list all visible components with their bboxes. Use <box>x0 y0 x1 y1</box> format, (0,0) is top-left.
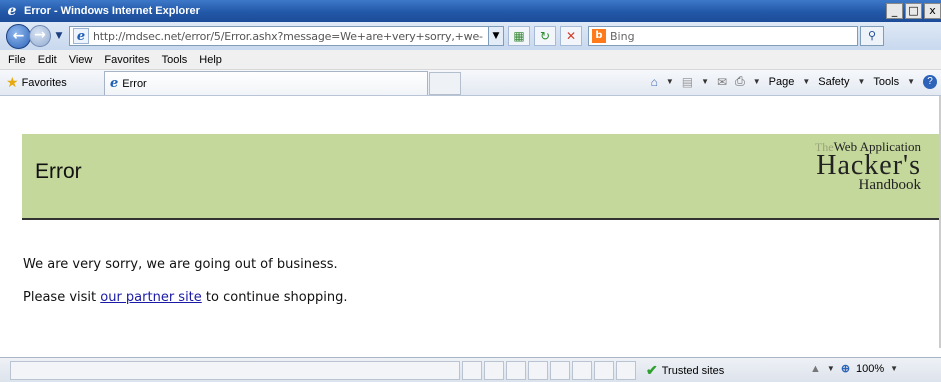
protected-mode-dropdown-icon[interactable]: ▼ <box>827 364 835 373</box>
window-title: Error - Windows Internet Explorer <box>24 5 200 17</box>
status-pane-2 <box>484 361 504 380</box>
status-pane-5 <box>550 361 570 380</box>
recent-pages-dropdown-icon[interactable]: ▼ <box>53 31 65 41</box>
feeds-dropdown-icon[interactable]: ▼ <box>701 77 709 86</box>
tools-menu-dropdown-icon[interactable]: ▼ <box>907 77 915 86</box>
status-pane-4 <box>528 361 548 380</box>
print-icon[interactable]: ⎙ <box>735 74 745 89</box>
menu-file[interactable]: File <box>8 54 26 66</box>
close-button[interactable]: x <box>924 3 941 19</box>
page-icon: e <box>73 28 89 44</box>
title-bar: e Error - Windows Internet Explorer _ □ … <box>0 0 941 22</box>
menu-bar: File Edit View Favorites Tools Help <box>0 50 941 70</box>
zoom-level[interactable]: 100% <box>856 363 884 375</box>
mail-icon[interactable]: ✉ <box>717 75 727 89</box>
status-pane-6 <box>572 361 592 380</box>
stop-icon[interactable]: ✕ <box>560 26 582 46</box>
window-controls: _ □ x <box>886 3 941 19</box>
trusted-check-icon: ✔ <box>646 362 658 378</box>
status-pane-8 <box>616 361 636 380</box>
search-button[interactable]: ⚲ <box>860 26 884 46</box>
status-right: ▲ ▼ ⊕ 100% ▼ <box>810 362 898 376</box>
favorites-button[interactable]: Favorites <box>22 77 67 89</box>
favorites-star-icon[interactable]: ★ <box>6 75 19 91</box>
book-logo: TheWeb Application Hacker's Handbook <box>781 140 921 193</box>
feeds-icon[interactable]: ▤ <box>682 75 693 89</box>
print-dropdown-icon[interactable]: ▼ <box>753 77 761 86</box>
ie-logo-icon: e <box>7 3 17 19</box>
zoom-icon[interactable]: ⊕ <box>841 362 850 375</box>
status-pane-7 <box>594 361 614 380</box>
navigation-bar: ← → ▼ e http://mdsec.net/error/5/Error.a… <box>0 22 941 50</box>
menu-favorites[interactable]: Favorites <box>104 54 149 66</box>
message-line: We are very sorry, we are going out of b… <box>23 257 338 272</box>
address-dropdown-icon[interactable]: ▼ <box>488 26 504 46</box>
partner-line-suffix: to continue shopping. <box>201 290 348 305</box>
menu-edit[interactable]: Edit <box>38 54 57 66</box>
security-zone-label: Trusted sites <box>661 364 725 377</box>
bing-icon: b <box>592 29 606 43</box>
status-text-pane <box>10 361 460 380</box>
new-tab-button[interactable] <box>429 72 461 95</box>
page-menu-button[interactable]: Page <box>769 76 795 88</box>
status-bar: ✔ Trusted sites ▲ ▼ ⊕ 100% ▼ <box>0 357 941 382</box>
maximize-button[interactable]: □ <box>905 3 922 19</box>
search-input[interactable]: Bing <box>610 30 635 43</box>
safety-menu-button[interactable]: Safety <box>818 76 849 88</box>
command-bar: ⌂ ▼ ▤ ▼ ✉ ⎙ ▼ Page ▼ Safety ▼ Tools ▼ ? <box>651 74 937 89</box>
menu-help[interactable]: Help <box>199 54 222 66</box>
favorites-bar: ★ Favorites e Error ⌂ ▼ ▤ ▼ ✉ ⎙ ▼ Page ▼… <box>0 70 941 96</box>
home-icon[interactable]: ⌂ <box>651 75 658 89</box>
tools-menu-button[interactable]: Tools <box>873 76 899 88</box>
partner-line-prefix: Please visit <box>23 290 101 305</box>
security-zone[interactable]: ✔ Trusted sites <box>646 362 724 379</box>
minimize-button[interactable]: _ <box>886 3 903 19</box>
address-bar[interactable]: e http://mdsec.net/error/5/Error.ashx?me… <box>69 26 489 46</box>
tab-error[interactable]: e Error <box>104 71 428 95</box>
page-header: Error TheWeb Application Hacker's Handbo… <box>22 134 941 220</box>
tab-label: Error <box>122 77 147 90</box>
partner-line: Please visit our partner site to continu… <box>23 290 347 305</box>
search-box[interactable]: b Bing <box>588 26 858 46</box>
forward-button[interactable]: → <box>29 25 51 47</box>
zoom-dropdown-icon[interactable]: ▼ <box>890 364 898 373</box>
page-title: Error <box>35 160 82 183</box>
help-icon[interactable]: ? <box>923 74 937 89</box>
tab-page-icon: e <box>110 76 119 91</box>
partner-site-link[interactable]: our partner site <box>100 290 202 305</box>
compatibility-view-icon[interactable]: ▦ <box>508 26 530 46</box>
status-pane-3 <box>506 361 526 380</box>
menu-tools[interactable]: Tools <box>162 54 188 66</box>
safety-menu-dropdown-icon[interactable]: ▼ <box>857 77 865 86</box>
back-button[interactable]: ← <box>6 23 31 49</box>
refresh-icon[interactable]: ↻ <box>534 26 556 46</box>
logo-line2: Hacker's <box>816 150 921 181</box>
menu-view[interactable]: View <box>69 54 93 66</box>
status-pane-1 <box>462 361 482 380</box>
protected-mode-icon[interactable]: ▲ <box>810 363 821 375</box>
page-content: Error TheWeb Application Hacker's Handbo… <box>0 96 941 348</box>
page-menu-dropdown-icon[interactable]: ▼ <box>802 77 810 86</box>
home-dropdown-icon[interactable]: ▼ <box>666 77 674 86</box>
address-input[interactable]: http://mdsec.net/error/5/Error.ashx?mess… <box>93 30 483 43</box>
